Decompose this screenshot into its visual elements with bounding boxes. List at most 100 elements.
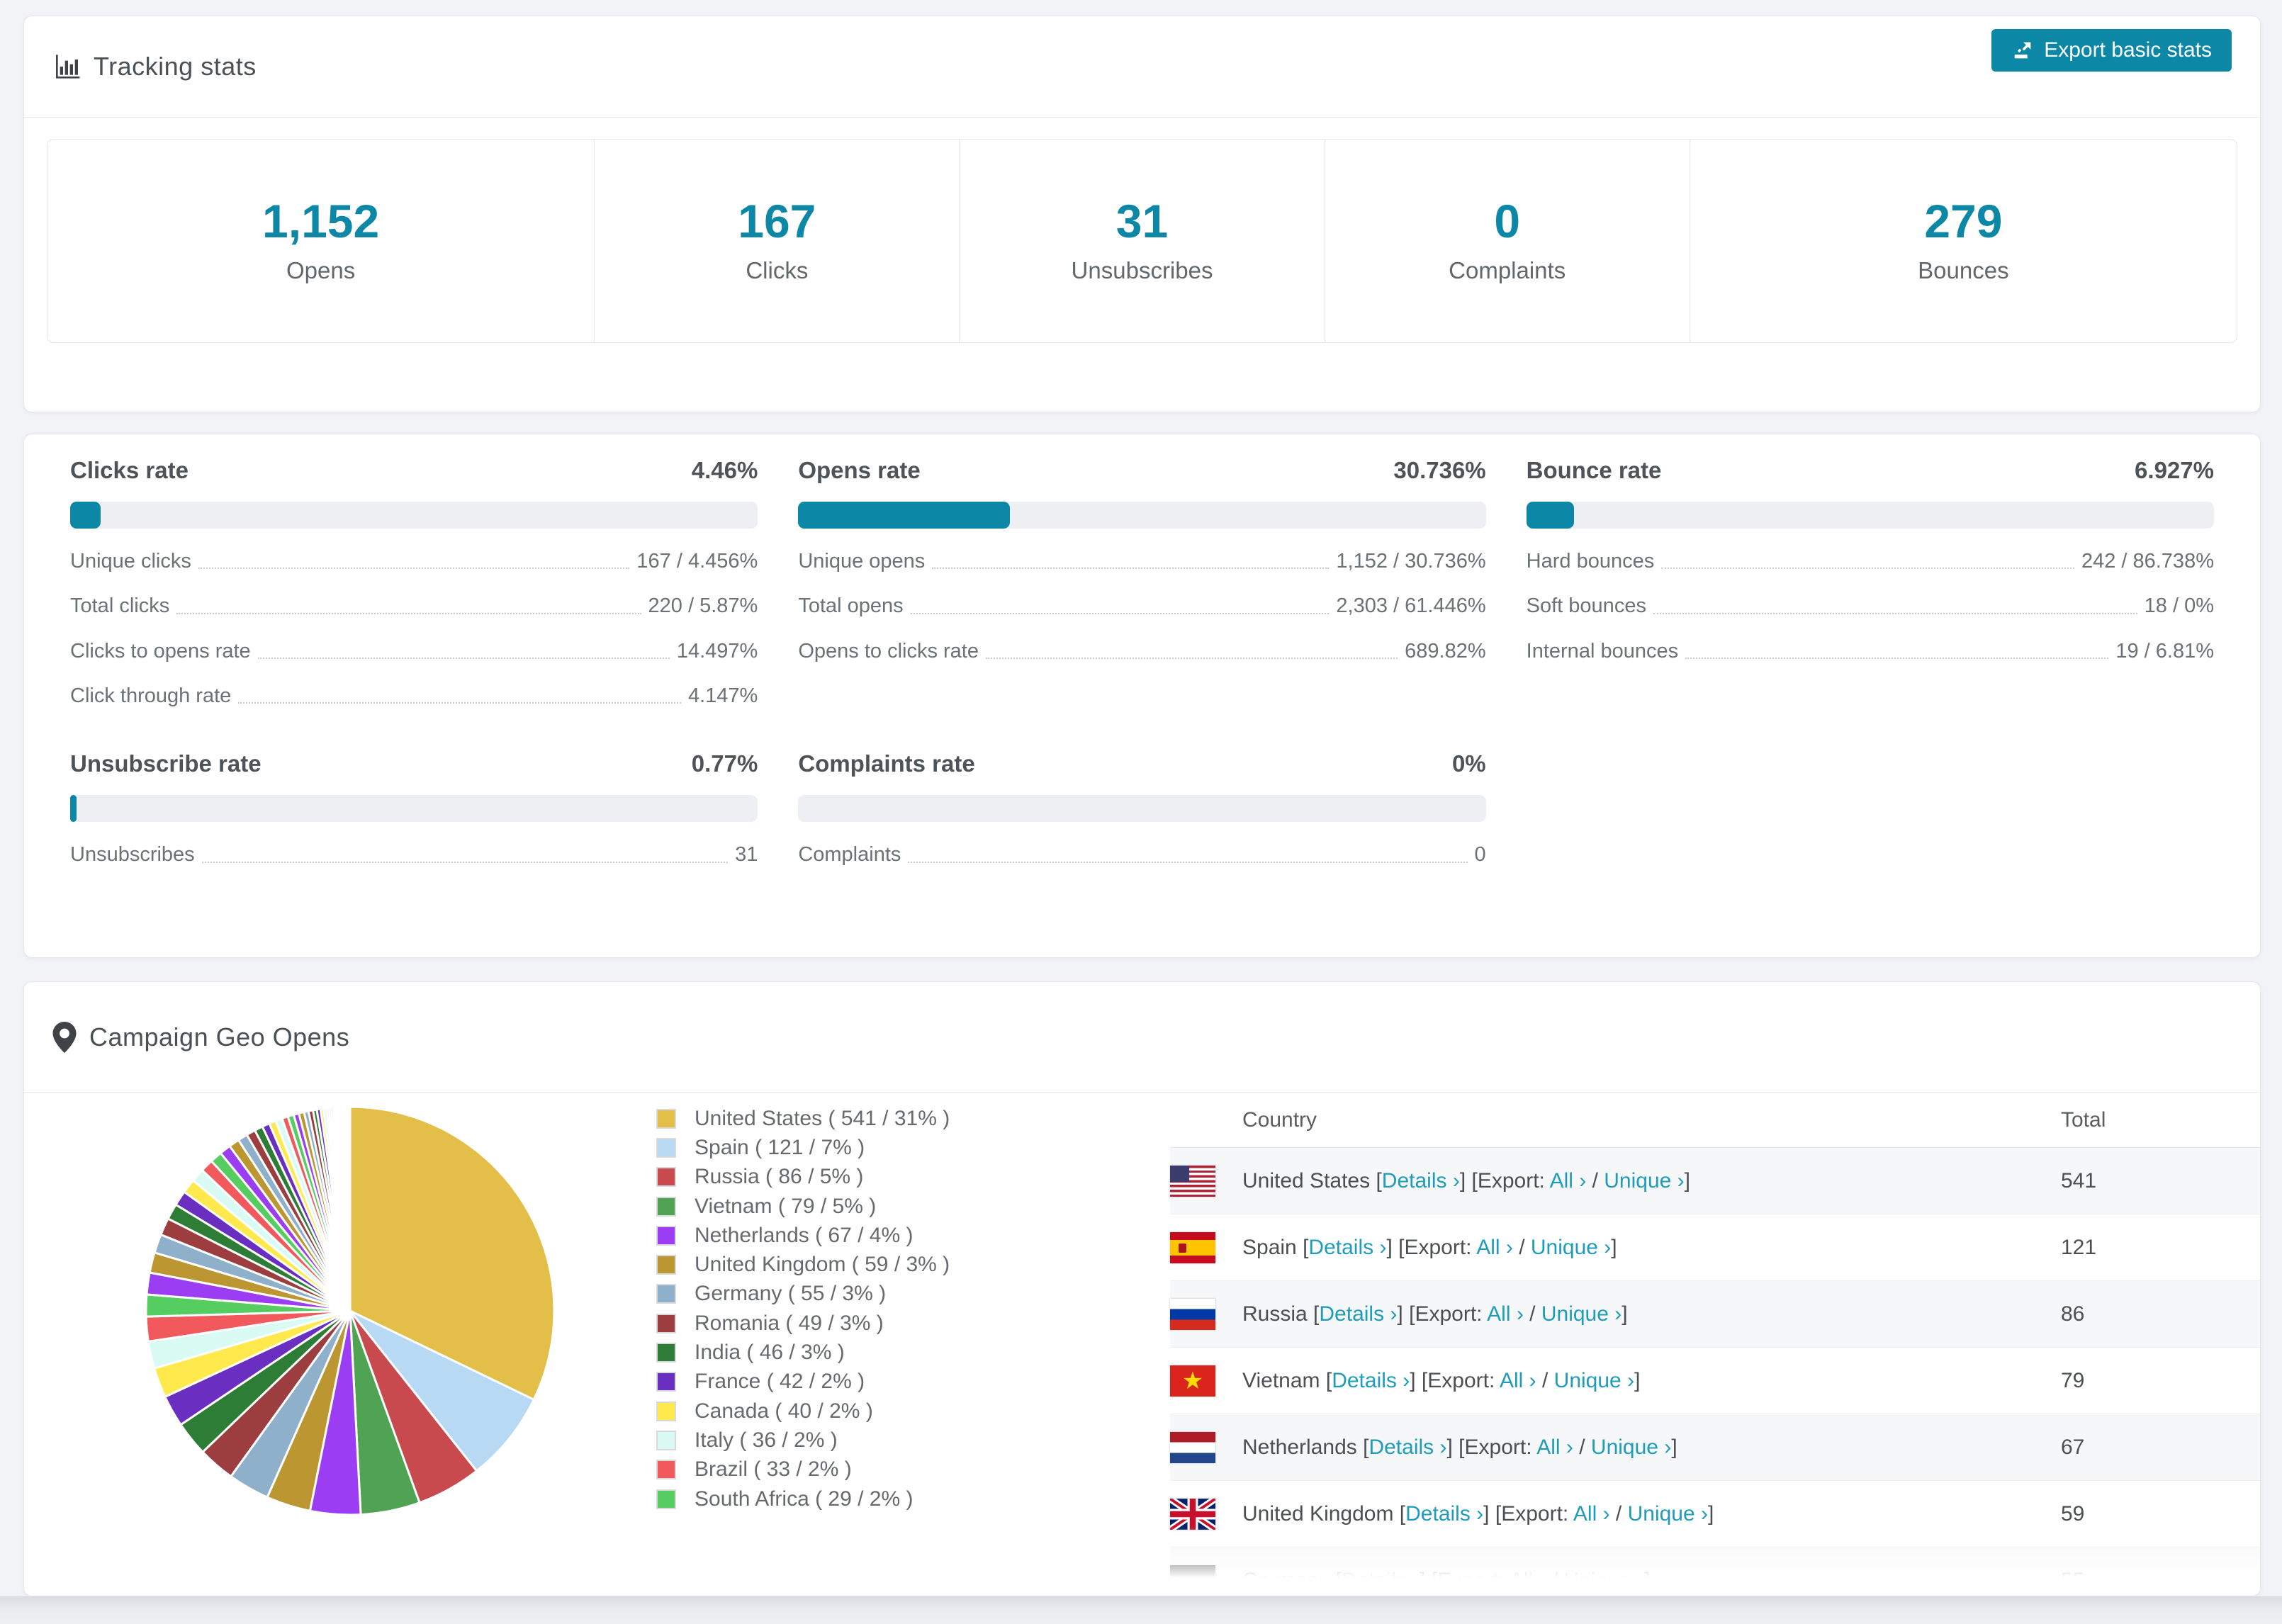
rate-title: Opens rate xyxy=(798,457,921,483)
total-column-header: Total xyxy=(2061,1107,2106,1132)
stat-cell-clicks: 167 Clicks xyxy=(594,140,959,342)
legend-item-romania: Romania ( 49 / 3% ) xyxy=(656,1309,1053,1338)
rate-row-label: Internal bounces xyxy=(1526,639,1679,662)
dotted-leader xyxy=(198,568,630,570)
legend-item-united-states: United States ( 541 / 31% ) xyxy=(656,1104,1053,1133)
bracket-text: [ xyxy=(1335,1568,1342,1592)
legend-swatch xyxy=(656,1284,676,1304)
rate-row-value: 18 / 0% xyxy=(2144,594,2214,618)
rate-row-value: 31 xyxy=(735,843,758,867)
legend-label: Russia ( 86 / 5% ) xyxy=(695,1165,864,1189)
legend-item-india: India ( 46 / 3% ) xyxy=(656,1338,1053,1367)
details-link[interactable]: Details › xyxy=(1405,1502,1483,1526)
legend-swatch xyxy=(656,1167,676,1188)
rate-percent-value: 0.77% xyxy=(691,750,758,777)
legend-item-netherlands: Netherlands ( 67 / 4% ) xyxy=(656,1221,1053,1250)
legend-swatch xyxy=(656,1372,676,1392)
rate-row-value: 19 / 6.81% xyxy=(2115,639,2214,662)
total-value: 59 xyxy=(2061,1501,2085,1526)
bracket-text: ] xyxy=(1483,1501,1490,1526)
table-row-united-kingdom: United Kingdom [Details ›] [Export: All … xyxy=(1170,1481,2260,1547)
country-cell: Russia [Details ›] [Export: All › / Uniq… xyxy=(1242,1302,1628,1326)
bracket-text: ] xyxy=(1643,1568,1651,1592)
vn-flag-icon xyxy=(1170,1365,1215,1397)
country-cell: United Kingdom [Details ›] [Export: All … xyxy=(1242,1501,1714,1526)
export-button-label: Export basic stats xyxy=(2044,38,2212,62)
bracket-text: ] xyxy=(1397,1302,1403,1326)
country-cell: Netherlands [Details ›] [Export: All › /… xyxy=(1242,1435,1677,1459)
geo-pie-chart[interactable] xyxy=(137,1098,563,1523)
legend-item-south-africa: South Africa ( 29 / 2% ) xyxy=(656,1484,1053,1513)
legend-swatch xyxy=(656,1255,676,1275)
legend-label: Netherlands ( 67 / 4% ) xyxy=(695,1223,914,1247)
export-unique-link[interactable]: Unique › xyxy=(1628,1502,1708,1526)
export-all-link[interactable]: All › xyxy=(1536,1436,1573,1459)
dotted-leader xyxy=(910,612,1330,614)
export-all-link[interactable]: All › xyxy=(1573,1502,1610,1526)
legend-swatch xyxy=(656,1343,676,1363)
dotted-leader xyxy=(1685,658,2109,660)
rate-row-label: Clicks to opens rate xyxy=(70,639,251,662)
legend-item-russia: Russia ( 86 / 5% ) xyxy=(656,1163,1053,1192)
progress-bar-fill xyxy=(70,502,101,529)
bracket-text: / xyxy=(1546,1568,1564,1592)
legend-label: Canada ( 40 / 2% ) xyxy=(695,1399,873,1423)
details-link[interactable]: Details › xyxy=(1332,1369,1410,1392)
dotted-leader xyxy=(257,658,670,660)
rate-row-value: 14.497% xyxy=(676,639,758,662)
rate-row-label: Opens to clicks rate xyxy=(798,639,979,662)
rate-row-click-through-rate: Click through rate 4.147% xyxy=(70,684,758,708)
bracket-text: ] xyxy=(1446,1435,1453,1459)
table-row-spain: Spain [Details ›] [Export: All › / Uniqu… xyxy=(1170,1214,2260,1281)
stat-label: Clicks xyxy=(746,257,809,283)
export-all-link[interactable]: All › xyxy=(1510,1569,1546,1592)
export-all-link[interactable]: All › xyxy=(1487,1302,1524,1326)
summary-stats-box: 1,152 Opens 167 Clicks 31 Unsubscribes 0 Compla… xyxy=(47,139,2237,343)
rates-grid: Clicks rate 4.46% Unique clicks 167 / 4.456… xyxy=(47,458,2237,867)
tracking-stats-header: Tracking stats Export basic stats xyxy=(24,16,2260,118)
details-link[interactable]: Details › xyxy=(1368,1436,1446,1459)
bracket-text: ] xyxy=(1420,1568,1426,1592)
legend-swatch xyxy=(656,1225,676,1246)
legend-label: Romania ( 49 / 3% ) xyxy=(695,1311,884,1335)
stat-value: 0 xyxy=(1494,195,1521,247)
rate-block-bounce-rate: Bounce rate 6.927% Hard bounces 242 / 86.73… xyxy=(1526,458,2214,708)
rate-percent-value: 4.46% xyxy=(691,457,758,483)
rate-row-value: 167 / 4.456% xyxy=(636,550,758,573)
export-unique-link[interactable]: Unique › xyxy=(1554,1369,1634,1392)
export-all-link[interactable]: All › xyxy=(1500,1369,1536,1392)
table-row-vietnam: Vietnam [Details ›] [Export: All › / Uni… xyxy=(1170,1348,2260,1414)
country-cell: Spain [Details ›] [Export: All › / Uniqu… xyxy=(1242,1235,1617,1259)
export-all-link[interactable]: All › xyxy=(1476,1236,1513,1259)
pie-slice-other-48[interactable] xyxy=(348,1105,352,1312)
bracket-text: ] xyxy=(1611,1235,1617,1259)
details-link[interactable]: Details › xyxy=(1319,1302,1397,1326)
details-link[interactable]: Details › xyxy=(1308,1236,1386,1259)
legend-item-canada: Canada ( 40 / 2% ) xyxy=(656,1397,1053,1426)
dotted-leader xyxy=(201,861,729,863)
dotted-leader xyxy=(1661,568,2074,570)
legend-item-united-kingdom: United Kingdom ( 59 / 3% ) xyxy=(656,1250,1053,1279)
export-basic-stats-button[interactable]: Export basic stats xyxy=(1991,29,2232,72)
legend-item-brazil: Brazil ( 33 / 2% ) xyxy=(656,1455,1053,1484)
rate-title: Clicks rate xyxy=(70,457,189,483)
stat-label: Bounces xyxy=(1918,257,2009,283)
rate-row-unique-opens: Unique opens 1,152 / 30.736% xyxy=(798,550,1485,573)
export-unique-link[interactable]: Unique › xyxy=(1541,1302,1621,1326)
stat-value: 279 xyxy=(1924,195,2003,247)
export-unique-link[interactable]: Unique › xyxy=(1604,1169,1684,1192)
details-link[interactable]: Details › xyxy=(1342,1569,1420,1592)
details-link[interactable]: Details › xyxy=(1382,1169,1460,1192)
export-all-link[interactable]: All › xyxy=(1550,1169,1587,1192)
export-unique-link[interactable]: Unique › xyxy=(1591,1436,1671,1459)
export-unique-link[interactable]: Unique › xyxy=(1531,1236,1611,1259)
legend-label: Spain ( 121 / 7% ) xyxy=(695,1135,865,1159)
legend-swatch xyxy=(656,1196,676,1217)
dotted-leader xyxy=(176,612,641,614)
rate-row-internal-bounces: Internal bounces 19 / 6.81% xyxy=(1527,640,2214,663)
total-value: 55 xyxy=(2061,1568,2085,1592)
progress-bar-fill xyxy=(1526,502,1574,529)
stat-value: 31 xyxy=(1115,195,1169,247)
tracking-stats-card: Tracking stats Export basic stats 1,152 O… xyxy=(23,16,2261,412)
export-unique-link[interactable]: Unique › xyxy=(1564,1569,1644,1592)
